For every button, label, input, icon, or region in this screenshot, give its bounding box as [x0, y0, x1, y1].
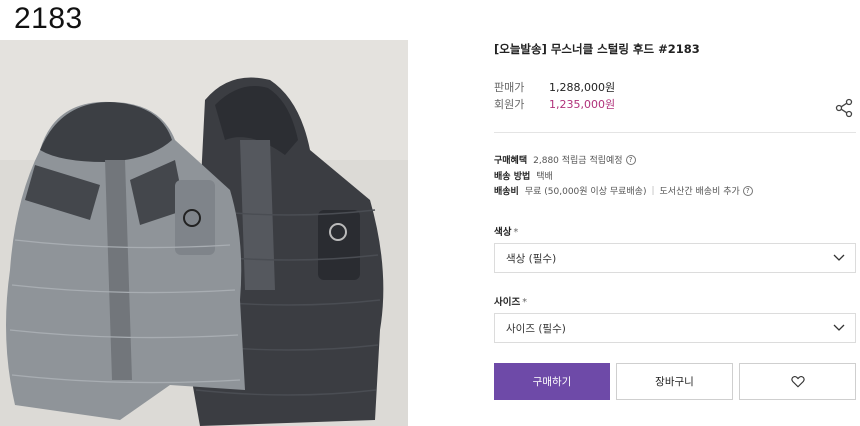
sale-price-value: 1,288,000원 — [549, 81, 616, 94]
color-select-value: 색상 (필수) — [506, 252, 557, 265]
buy-now-button[interactable]: 구매하기 — [494, 363, 610, 400]
shipping-fee-row: 배송비 무료 (50,000원 이상 무료배송) | 도서산간 배송비 추가 ? — [494, 184, 753, 197]
chevron-down-icon — [833, 324, 845, 331]
sale-price-label: 판매가 — [494, 81, 525, 94]
shipping-fee-extra: 도서산간 배송비 추가 — [659, 187, 740, 197]
shipping-method-row: 배송 방법 택배 — [494, 169, 553, 182]
shipping-method-value: 택배 — [536, 172, 553, 182]
size-select[interactable]: 사이즈 (필수) — [494, 313, 856, 343]
size-option-label: 사이즈 * — [494, 294, 527, 308]
shipping-fee-label: 배송비 — [494, 187, 519, 197]
member-price-value: 1,235,000원 — [549, 98, 616, 111]
chevron-down-icon — [833, 254, 845, 261]
question-icon[interactable]: ? — [625, 154, 636, 165]
purchase-benefit-value: 2,880 적립금 적립예정 — [533, 156, 623, 166]
shipping-method-label: 배송 방법 — [494, 172, 531, 182]
size-label-text: 사이즈 — [494, 297, 521, 308]
purchase-benefit-label: 구매혜택 — [494, 156, 528, 166]
color-option-label: 색상 * — [494, 224, 518, 238]
product-code-title: 2183 — [14, 2, 83, 35]
required-mark: * — [513, 227, 519, 238]
purchase-benefit-row: 구매혜택 2,880 적립금 적립예정 ? — [494, 153, 636, 166]
size-select-value: 사이즈 (필수) — [506, 322, 566, 335]
wishlist-button[interactable] — [739, 363, 856, 400]
add-to-cart-button[interactable]: 장바구니 — [616, 363, 733, 400]
color-label-text: 색상 — [494, 227, 512, 238]
shipping-fee-value: 무료 (50,000원 이상 무료배송) — [524, 187, 647, 197]
sale-price-row: 판매가 1,288,000원 — [494, 79, 615, 95]
member-price-label: 회원가 — [494, 98, 525, 111]
color-select[interactable]: 색상 (필수) — [494, 243, 856, 273]
separator: | — [651, 185, 655, 196]
required-mark: * — [522, 297, 527, 308]
question-icon[interactable]: ? — [742, 185, 753, 196]
product-image — [0, 40, 408, 426]
heart-icon — [790, 375, 805, 388]
product-name: [오늘발송] 무스너클 스털링 후드 #2183 — [494, 42, 700, 56]
share-icon[interactable] — [834, 98, 854, 118]
member-price-row: 회원가 1,235,000원 — [494, 96, 615, 112]
divider — [494, 132, 856, 133]
